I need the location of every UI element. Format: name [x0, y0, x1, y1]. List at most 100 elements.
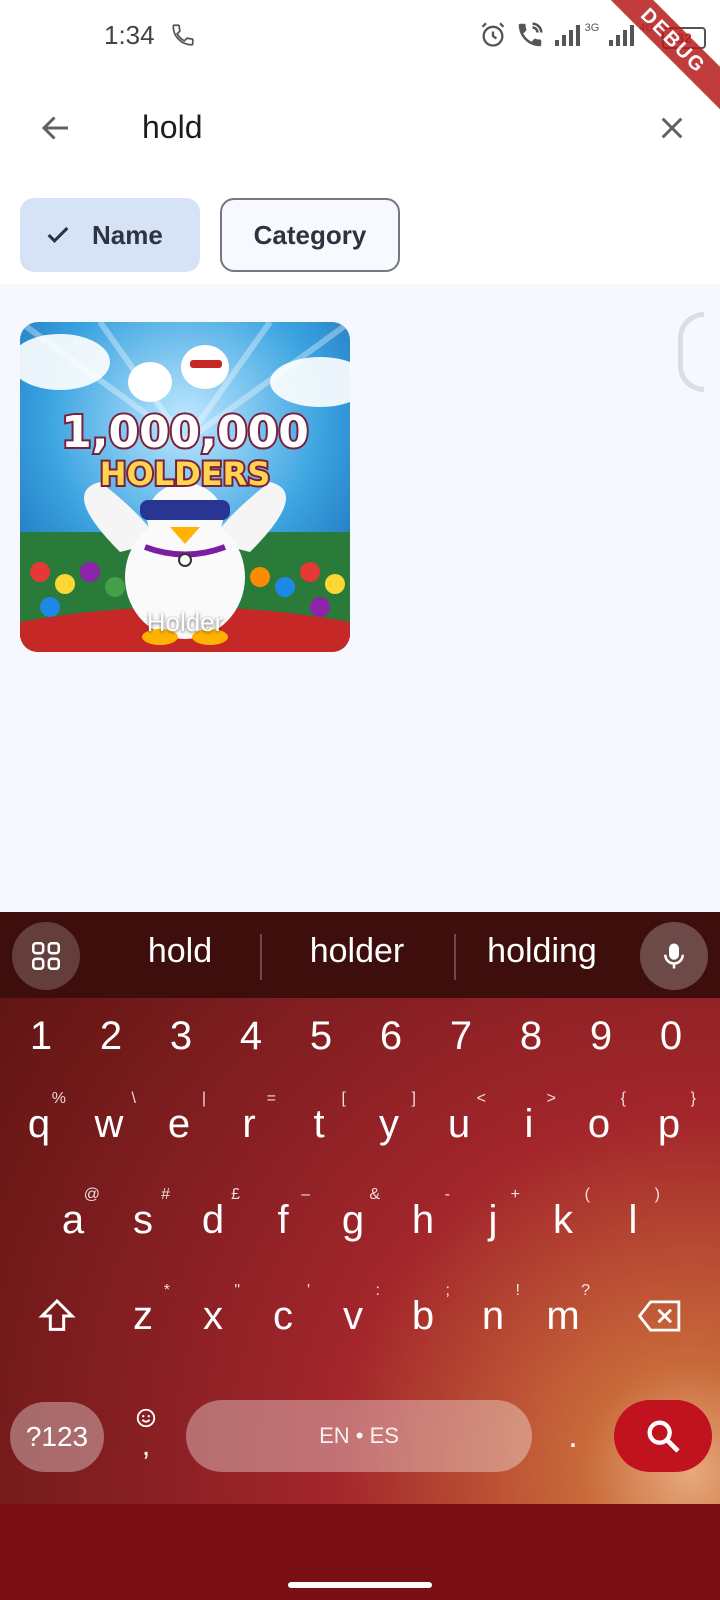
- key-u-label: u: [447, 1101, 471, 1146]
- key-b[interactable]: b;: [388, 1276, 458, 1356]
- key-g-hint: &: [369, 1186, 380, 1203]
- key-q-hint: %: [51, 1090, 66, 1107]
- space-key[interactable]: EN • ES: [186, 1400, 532, 1472]
- key-5[interactable]: 5: [286, 996, 356, 1076]
- key-a[interactable]: a @: [38, 1180, 108, 1260]
- key-6-label: 6: [379, 1013, 403, 1058]
- clear-search-button[interactable]: [646, 102, 698, 154]
- key-3-label: 3: [169, 1013, 193, 1058]
- key-h-label: h: [411, 1197, 435, 1242]
- search-app-bar: [0, 72, 720, 182]
- key-f-hint: –: [301, 1186, 310, 1203]
- key-e-hint: |: [201, 1090, 206, 1107]
- key-n[interactable]: n!: [458, 1276, 528, 1356]
- key-n-label: n: [481, 1293, 505, 1338]
- key-c[interactable]: c ': [248, 1276, 318, 1356]
- key-h-hint: -: [444, 1186, 450, 1203]
- key-v[interactable]: v:: [318, 1276, 388, 1356]
- key-9-label: 9: [589, 1013, 613, 1058]
- key-z-label: z: [133, 1293, 153, 1338]
- key-2[interactable]: 2: [76, 996, 146, 1076]
- key-k-hint: (: [584, 1186, 590, 1203]
- key-2-label: 2: [99, 1013, 123, 1058]
- key-9[interactable]: 9: [566, 996, 636, 1076]
- navigation-bar: [0, 1504, 720, 1600]
- key-o-hint: {: [620, 1090, 626, 1107]
- key-y-label: y: [379, 1101, 399, 1146]
- back-button[interactable]: [30, 102, 82, 154]
- key-j-label: j: [488, 1197, 498, 1242]
- key-w[interactable]: w \: [74, 1084, 144, 1164]
- result-card[interactable]: 1,000,000 HOLDERS Holder: [20, 322, 350, 652]
- key-u-hint: <: [476, 1090, 486, 1107]
- filter-chip-name-label: Name: [92, 219, 163, 250]
- key-g[interactable]: g &: [318, 1180, 388, 1260]
- key-j[interactable]: j +: [458, 1180, 528, 1260]
- key-4[interactable]: 4: [216, 996, 286, 1076]
- key-8[interactable]: 8: [496, 996, 566, 1076]
- backspace-key[interactable]: [618, 1276, 702, 1356]
- suggestion-3[interactable]: holding: [456, 932, 628, 971]
- key-a-hint: @: [83, 1186, 100, 1203]
- image-title-line1: 1,000,000: [61, 407, 309, 458]
- keyboard-menu-button[interactable]: [12, 922, 80, 990]
- shift-key[interactable]: [22, 1276, 92, 1356]
- key-4-label: 4: [239, 1013, 263, 1058]
- key-q[interactable]: q%: [4, 1084, 74, 1164]
- smiley-icon: [136, 1408, 156, 1428]
- period-key[interactable]: .: [548, 1400, 598, 1472]
- key-d[interactable]: d £: [178, 1180, 248, 1260]
- key-y[interactable]: y]: [354, 1084, 424, 1164]
- status-bar: 1:34 3G 4G 32 DEBUG: [0, 0, 720, 119]
- home-indicator[interactable]: [288, 1582, 432, 1588]
- status-time: 1:34: [104, 20, 155, 50]
- scroll-indicator: [678, 312, 704, 392]
- key-i[interactable]: i >: [494, 1084, 564, 1164]
- key-f[interactable]: f –: [248, 1180, 318, 1260]
- key-k[interactable]: k(: [528, 1180, 598, 1260]
- key-e[interactable]: e |: [144, 1084, 214, 1164]
- image-title-line2: HOLDERS: [100, 455, 270, 493]
- key-v-label: v: [343, 1293, 363, 1338]
- result-card-label: Holder: [146, 607, 224, 637]
- key-l-hint: ): [654, 1186, 660, 1203]
- key-t[interactable]: t[: [284, 1084, 354, 1164]
- key-s-hint: #: [161, 1186, 170, 1203]
- microphone-icon: [664, 943, 684, 969]
- key-m[interactable]: m?: [528, 1276, 598, 1356]
- key-u[interactable]: u <: [424, 1084, 494, 1164]
- search-key[interactable]: [614, 1400, 712, 1472]
- backspace-icon: [638, 1300, 681, 1332]
- key-e-label: e: [167, 1101, 191, 1146]
- key-p[interactable]: p}: [634, 1084, 704, 1164]
- filter-chip-name[interactable]: Name: [20, 198, 200, 272]
- filter-chip-category[interactable]: Category: [220, 198, 400, 272]
- key-s[interactable]: s #: [108, 1180, 178, 1260]
- key-z[interactable]: z *: [108, 1276, 178, 1356]
- symbols-key[interactable]: ?123: [10, 1402, 104, 1472]
- key-h[interactable]: h-: [388, 1180, 458, 1260]
- key-o[interactable]: o{: [564, 1084, 634, 1164]
- key-b-hint: ;: [445, 1282, 450, 1299]
- key-c-hint: ': [306, 1282, 310, 1299]
- key-y-hint: ]: [411, 1090, 416, 1107]
- key-t-label: t: [313, 1101, 325, 1146]
- key-r[interactable]: r =: [214, 1084, 284, 1164]
- suggestion-1[interactable]: hold: [100, 932, 260, 971]
- check-icon: [47, 226, 69, 243]
- suggestion-2[interactable]: holder: [262, 932, 452, 971]
- emoji-comma-key[interactable]: ,: [118, 1390, 174, 1480]
- voice-input-button[interactable]: [640, 922, 708, 990]
- key-1[interactable]: 1: [6, 996, 76, 1076]
- key-x[interactable]: x ": [178, 1276, 248, 1356]
- key-l[interactable]: l): [598, 1180, 668, 1260]
- key-x-label: x: [203, 1293, 223, 1338]
- key-d-label: d: [201, 1197, 225, 1242]
- key-3[interactable]: 3: [146, 996, 216, 1076]
- key-7[interactable]: 7: [426, 996, 496, 1076]
- key-6[interactable]: 6: [356, 996, 426, 1076]
- filter-chip-category-label: Category: [253, 219, 367, 250]
- search-input[interactable]: [142, 100, 622, 154]
- key-q-label: q: [27, 1101, 51, 1146]
- key-0[interactable]: 0: [636, 996, 706, 1076]
